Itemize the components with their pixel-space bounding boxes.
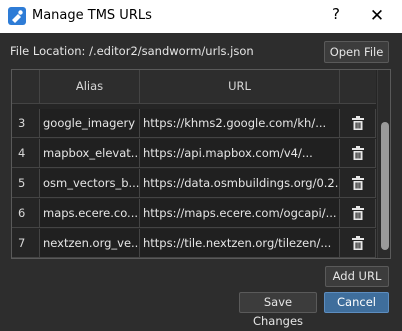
url-cell[interactable]: https://khms2.google.com/kh/... xyxy=(140,109,340,137)
tms-url-table: Alias URL 3 google_imagery https://khms2… xyxy=(11,69,391,259)
table-row[interactable]: 7 nextzen.org_ve... https://tile.nextzen… xyxy=(12,229,376,258)
table-row[interactable]: 5 osm_vectors_b... https://data.osmbuild… xyxy=(12,169,376,198)
vertical-scrollbar[interactable] xyxy=(377,70,390,258)
header-index xyxy=(12,70,40,103)
table-row[interactable]: 3 google_imagery https://khms2.google.co… xyxy=(12,109,376,138)
delete-button[interactable] xyxy=(340,139,376,167)
trash-icon xyxy=(351,115,364,130)
cancel-button[interactable]: Cancel xyxy=(324,292,389,313)
window-title: Manage TMS URLs xyxy=(32,8,152,23)
alias-cell[interactable]: nextzen.org_ve... xyxy=(40,229,140,257)
alias-cell[interactable]: mapbox_elevat... xyxy=(40,139,140,167)
close-button[interactable]: ✕ xyxy=(366,5,388,27)
trash-icon xyxy=(351,205,364,220)
delete-button[interactable] xyxy=(340,109,376,137)
open-file-button[interactable]: Open File xyxy=(324,41,389,63)
trash-icon xyxy=(351,145,364,160)
title-bar: Manage TMS URLs ? ✕ xyxy=(0,0,402,33)
add-url-button[interactable]: Add URL xyxy=(325,266,389,287)
delete-button[interactable] xyxy=(340,229,376,257)
delete-button[interactable] xyxy=(340,169,376,197)
table-row[interactable]: 6 maps.ecere.co... https://maps.ecere.co… xyxy=(12,199,376,228)
header-url[interactable]: URL xyxy=(140,70,340,103)
header-actions xyxy=(340,70,376,103)
url-cell[interactable]: https://tile.nextzen.org/tilezen/... xyxy=(140,229,340,257)
trash-icon xyxy=(351,175,364,190)
app-icon xyxy=(8,7,26,25)
row-index: 6 xyxy=(12,199,40,227)
alias-cell[interactable]: google_imagery xyxy=(40,109,140,137)
table-header: Alias URL xyxy=(12,70,376,104)
alias-cell[interactable]: osm_vectors_b... xyxy=(40,169,140,197)
url-cell[interactable]: https://maps.ecere.com/ogcapi/... xyxy=(140,199,340,227)
help-button[interactable]: ? xyxy=(328,5,344,25)
save-changes-button[interactable]: Save Changes xyxy=(239,292,317,328)
row-index: 5 xyxy=(12,169,40,197)
row-index: 4 xyxy=(12,139,40,167)
url-cell[interactable]: https://api.mapbox.com/v4/... xyxy=(140,139,340,167)
row-index: 3 xyxy=(12,109,40,137)
table-row[interactable]: 4 mapbox_elevat... https://api.mapbox.co… xyxy=(12,139,376,168)
file-location-label: File Location: /.editor2/sandworm/urls.j… xyxy=(10,44,254,58)
row-index: 7 xyxy=(12,229,40,257)
header-alias[interactable]: Alias xyxy=(40,70,140,103)
delete-button[interactable] xyxy=(340,199,376,227)
alias-cell[interactable]: maps.ecere.co... xyxy=(40,199,140,227)
url-cell[interactable]: https://data.osmbuildings.org/0.2... xyxy=(140,169,340,197)
scrollbar-thumb[interactable] xyxy=(381,122,389,250)
trash-icon xyxy=(351,235,364,250)
